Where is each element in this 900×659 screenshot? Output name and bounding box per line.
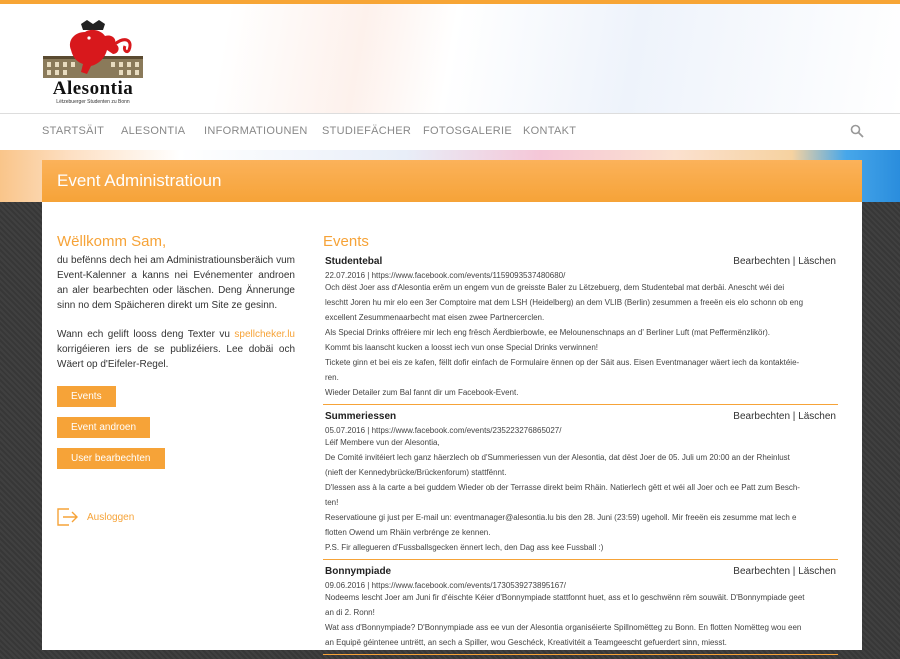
event-date-link: 09.06.2016 | https://www.facebook.com/ev… bbox=[325, 581, 566, 590]
logo-wordmark: Alesontia bbox=[52, 78, 134, 99]
event-description-line: Léif Membere vun der Alesontia, bbox=[325, 438, 440, 447]
edit-event-link[interactable]: Bearbechten bbox=[733, 411, 790, 422]
spellcheck-text-b: korrigéieren iers de se publizéiers. Lee… bbox=[57, 344, 295, 370]
events-button[interactable]: Events bbox=[57, 386, 116, 407]
logout-label: Ausloggen bbox=[87, 511, 135, 523]
event-description-line: De Comité invitéiert lech ganz häerzlech… bbox=[325, 453, 790, 462]
event-title: Summeriessen bbox=[325, 411, 397, 422]
event-description-line: Wat ass d'Bonnympiade? D'Bonnympiade ass… bbox=[325, 623, 802, 632]
edit-user-button[interactable]: User bearbechten bbox=[57, 448, 165, 469]
spellcheck-text-a: Wann ech gelift looss deng Texter vu bbox=[57, 329, 235, 340]
main-nav: STARTSÄIT ALESONTIA INFORMATIOUNEN STUDI… bbox=[0, 113, 900, 151]
lion-crest-icon bbox=[43, 20, 143, 78]
delete-event-link[interactable]: Läschen bbox=[798, 411, 836, 422]
logo-tagline: Lëtzebuerger Studenten zu Bonn bbox=[56, 99, 130, 105]
edit-event-link[interactable]: Bearbechten bbox=[733, 566, 790, 577]
event-description-line: Nodeems lescht Joer am Juni fir d'éischt… bbox=[325, 593, 805, 602]
event-actions: Bearbechten | Läschen bbox=[733, 566, 836, 577]
event-description-line: (nieft der Kennedybrücke/Brückenforum) s… bbox=[325, 468, 507, 477]
nav-item-informatiounen[interactable]: INFORMATIOUNEN bbox=[204, 125, 308, 137]
event-description-line: an di 2. Ronn! bbox=[325, 608, 375, 617]
event-item: Studentebal Bearbechten | Läschen 22.07.20… bbox=[323, 254, 838, 405]
event-item: Summeriessen Bearbechten | Läschen 05.07.2… bbox=[323, 409, 838, 560]
event-date-link: 22.07.2016 | https://www.facebook.com/ev… bbox=[325, 271, 566, 280]
nav-item-fotosgalerie[interactable]: FOTOSGALERIE bbox=[423, 125, 512, 137]
delete-event-link[interactable]: Läschen bbox=[798, 566, 836, 577]
nav-item-alesontia[interactable]: ALESONTIA bbox=[121, 125, 185, 137]
page-title-bar: Event Administratioun bbox=[42, 160, 862, 202]
event-description-line: ten! bbox=[325, 498, 339, 507]
action-separator: | bbox=[792, 566, 796, 577]
action-separator: | bbox=[792, 256, 796, 267]
logout-link[interactable]: Ausloggen bbox=[57, 508, 134, 526]
event-description-line: Wieder Detailer zum Bal fannt dir um Fac… bbox=[325, 388, 519, 397]
event-actions: Bearbechten | Läschen bbox=[733, 256, 836, 267]
search-icon[interactable] bbox=[850, 124, 864, 138]
nav-item-startsait[interactable]: STARTSÄIT bbox=[42, 125, 104, 137]
event-description-line: P.S. Fir allegueren d'Fussballsgecken ën… bbox=[325, 543, 604, 552]
event-description-line: Och dëst Joer ass d'Alesontia erëm un en… bbox=[325, 283, 785, 292]
header: Alesontia Lëtzebuerger Studenten zu Bonn bbox=[0, 4, 900, 113]
event-description-line: excellent Zesummenaarbecht mat eisen zwe… bbox=[325, 313, 545, 322]
event-description-line: an Equipë géintenee untrëtt, an sech a S… bbox=[325, 638, 727, 647]
events-list: Events Studentebal Bearbechten | Läschen 2… bbox=[323, 233, 838, 659]
nav-item-kontakt[interactable]: KONTAKT bbox=[523, 125, 576, 137]
event-item: Bonnympiade Bearbechten | Läschen 09.06.20… bbox=[323, 564, 838, 655]
event-header: Studentebal Bearbechten | Läschen bbox=[325, 256, 836, 267]
event-title: Bonnympiade bbox=[325, 566, 392, 577]
content-panel: Wëllkomm Sam, du befënns dech hei am Adm… bbox=[42, 202, 862, 655]
event-description-line: leschtt Joren hu mir elo een 3er Comptoi… bbox=[325, 298, 804, 307]
intro-text: du befënns dech hei am Administratiounsb… bbox=[57, 255, 295, 311]
event-description-line: ren. bbox=[325, 373, 339, 382]
edit-event-link[interactable]: Bearbechten bbox=[733, 256, 790, 267]
delete-event-link[interactable]: Läschen bbox=[798, 256, 836, 267]
logout-icon bbox=[57, 508, 78, 526]
events-heading: Events bbox=[323, 233, 369, 250]
spellcheck-text: Wann ech gelift looss deng Texter vu spe… bbox=[57, 327, 295, 372]
event-title: Studentebal bbox=[325, 256, 383, 267]
event-description-line: Reservatioune gi just per E-mail un: eve… bbox=[325, 513, 797, 522]
event-description-line: Tickete ginn et bei eis ze kafen, fëllt … bbox=[325, 358, 800, 367]
action-separator: | bbox=[792, 411, 796, 422]
welcome-heading: Wëllkomm Sam, bbox=[57, 233, 167, 250]
add-event-button[interactable]: Event androen bbox=[57, 417, 151, 438]
page-title: Event Administratioun bbox=[57, 171, 222, 190]
logo[interactable]: Alesontia Lëtzebuerger Studenten zu Bonn bbox=[41, 20, 145, 106]
event-description-line: Als Special Drinks offréiere mir lech en… bbox=[325, 328, 770, 337]
event-date-link: 05.07.2016 | https://www.facebook.com/ev… bbox=[325, 426, 562, 435]
event-description-line: D'lessen ass à la carte a bei guddem Wie… bbox=[325, 483, 800, 492]
spellchecker-link[interactable]: spellcheker.lu bbox=[234, 329, 295, 340]
admin-sidebar: Wëllkomm Sam, du befënns dech hei am Adm… bbox=[57, 233, 295, 479]
event-description-line: Kommt bis laanscht kucken a loosst iech … bbox=[325, 343, 599, 352]
event-header: Summeriessen Bearbechten | Läschen bbox=[325, 411, 836, 422]
event-actions: Bearbechten | Läschen bbox=[733, 411, 836, 422]
nav-item-studiefaecher[interactable]: STUDIEFÄCHER bbox=[322, 125, 411, 137]
event-header: Bonnympiade Bearbechten | Läschen bbox=[325, 566, 836, 577]
event-description-line: flotten Owend um Rhäin verbrénge ze kenn… bbox=[325, 528, 491, 537]
